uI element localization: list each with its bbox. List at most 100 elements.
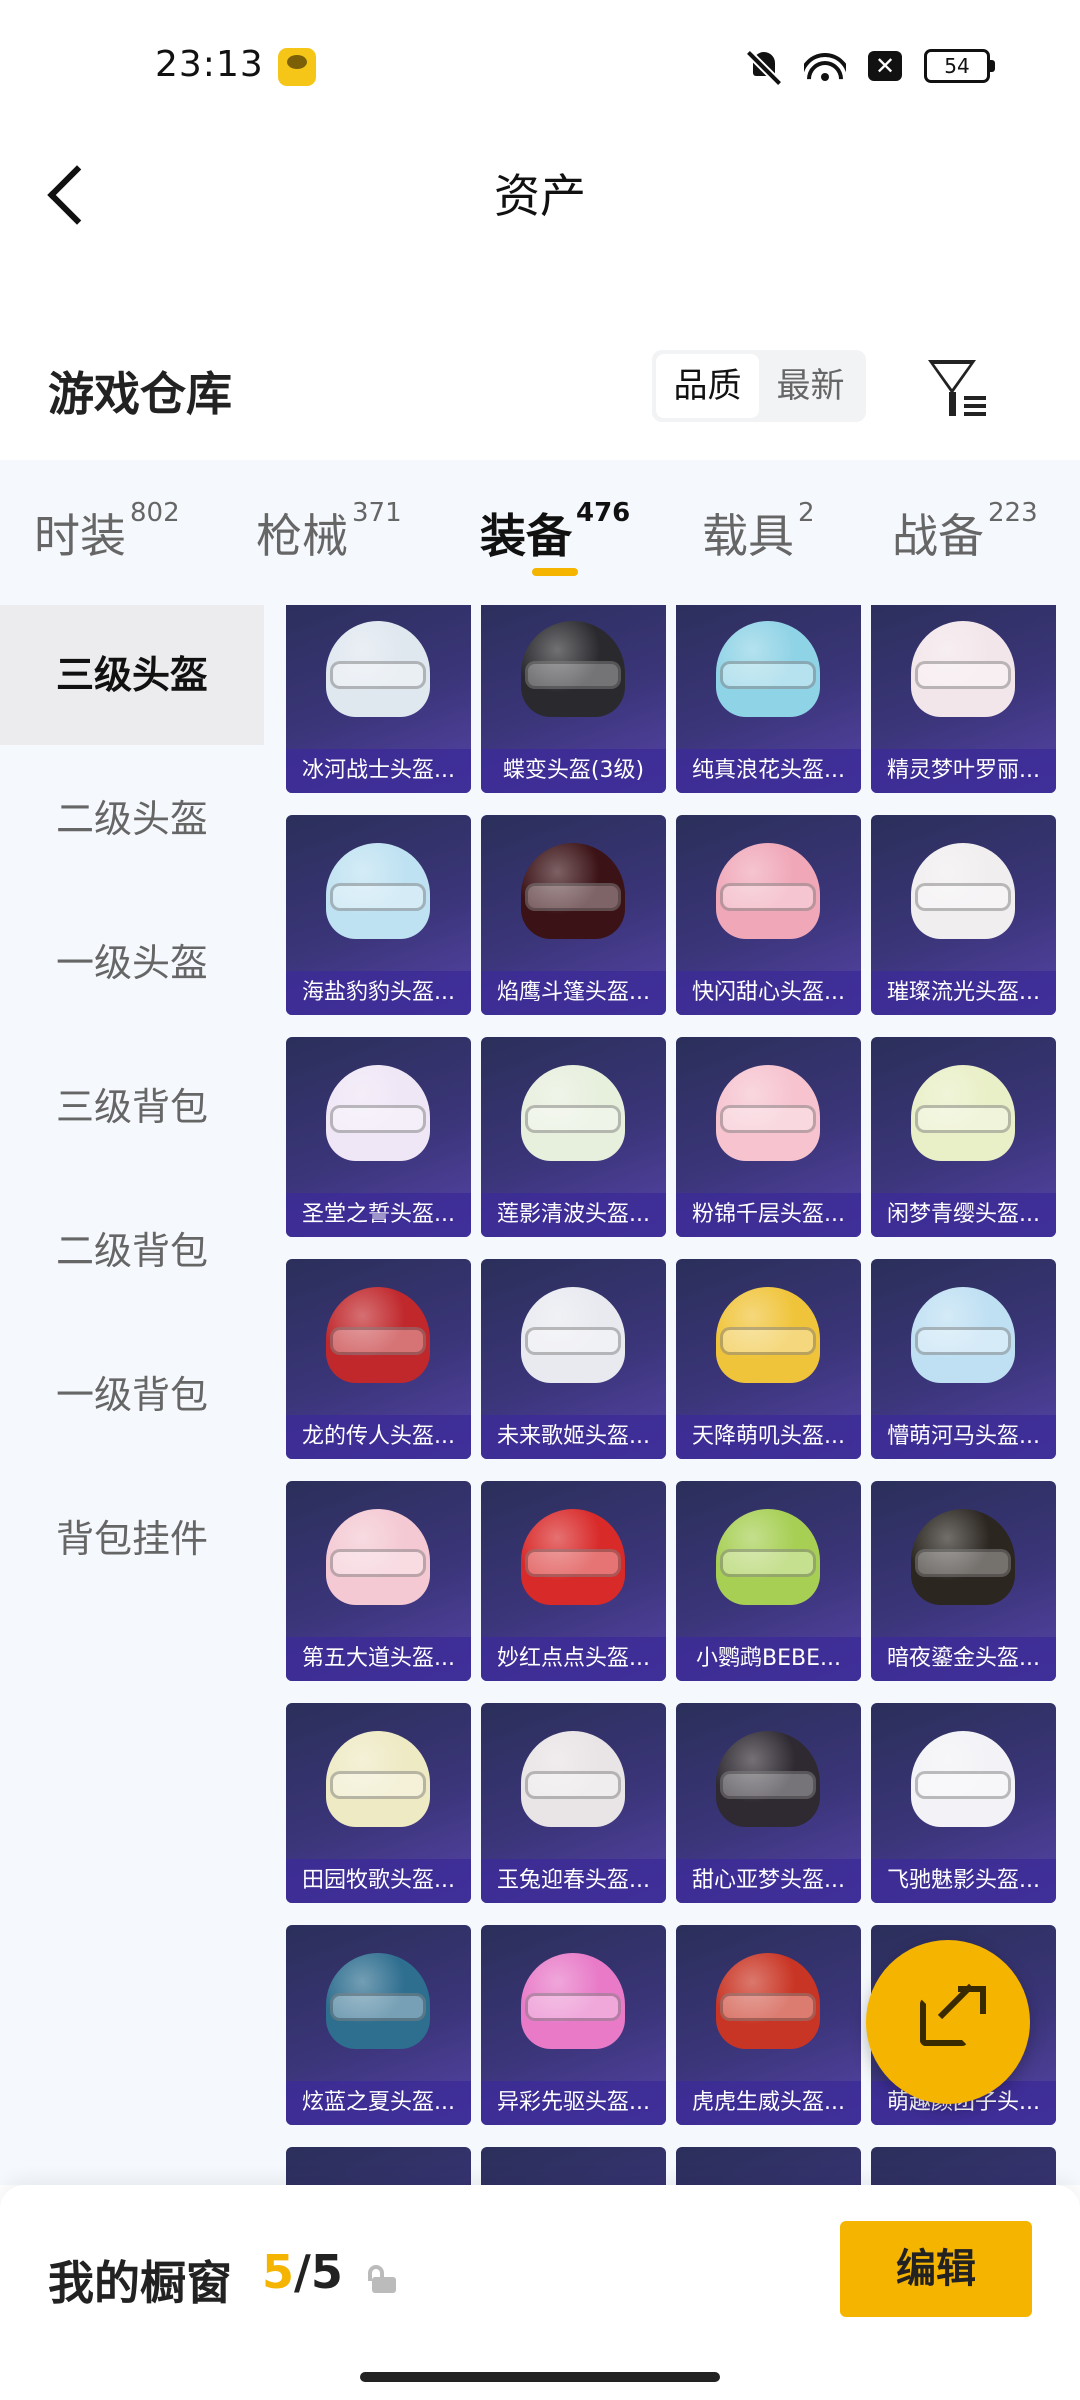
tab-count: 802 — [130, 498, 180, 528]
item-name: 闲梦青缨头盔... — [871, 1193, 1056, 1237]
item-card[interactable]: 甜心亚梦头盔... — [676, 1703, 861, 1903]
sidebar-item-level2-helmet[interactable]: 二级头盔 — [0, 749, 264, 889]
visor-shape — [330, 1549, 426, 1577]
item-card[interactable]: 冰河战士头盔... — [286, 605, 471, 793]
visor-shape — [330, 883, 426, 911]
visor-shape — [915, 1105, 1011, 1133]
showcase-label: 我的橱窗 — [48, 2256, 232, 2310]
item-name: 粉锦千层头盔... — [676, 1193, 861, 1237]
item-name: 璀璨流光头盔... — [871, 971, 1056, 1015]
item-name: 小鹦鹉BEBE... — [676, 1637, 861, 1681]
item-card[interactable]: 粉锦千层头盔... — [676, 1037, 861, 1237]
item-card[interactable]: 玉兔迎春头盔... — [481, 1703, 666, 1903]
item-name: 懵萌河马头盔... — [871, 1415, 1056, 1459]
visor-shape — [330, 1105, 426, 1133]
no-sim-icon: ✕ — [868, 51, 902, 81]
visor-shape — [915, 883, 1011, 911]
item-card[interactable]: 天降萌叽头盔... — [676, 1259, 861, 1459]
visor-shape — [915, 1771, 1011, 1799]
item-card[interactable]: 炫蓝之夏头盔... — [286, 1925, 471, 2125]
edit-button[interactable]: 编辑 — [840, 2221, 1032, 2317]
item-name: 焰鹰斗篷头盔... — [481, 971, 666, 1015]
item-card[interactable]: 闲梦青缨头盔... — [871, 1037, 1056, 1237]
home-indicator — [360, 2372, 720, 2382]
item-name: 天降萌叽头盔... — [676, 1415, 861, 1459]
sidebar-item-level3-helmet[interactable]: 三级头盔 — [0, 605, 264, 745]
tab-label: 枪械 — [256, 509, 348, 563]
visor-shape — [525, 883, 621, 911]
category-tabs: 时装 802 枪械 371 装备 476 载具 2 战备 223 — [0, 460, 1080, 605]
sidebar-item-level3-backpack[interactable]: 三级背包 — [0, 1037, 264, 1177]
item-card[interactable]: 田园牧歌头盔... — [286, 1703, 471, 1903]
sidebar-item-level2-backpack[interactable]: 二级背包 — [0, 1181, 264, 1321]
sidebar-item-backpack-charm[interactable]: 背包挂件 — [0, 1469, 264, 1609]
sidebar: 三级头盔 二级头盔 一级头盔 三级背包 二级背包 一级背包 背包挂件 — [0, 605, 264, 2185]
item-card[interactable]: 蝶变头盔(3级) — [481, 605, 666, 793]
active-tab-indicator — [532, 568, 578, 576]
sort-toggle: 品质 最新 — [652, 350, 866, 422]
item-card[interactable] — [481, 2147, 666, 2185]
item-card[interactable]: 小鹦鹉BEBE... — [676, 1481, 861, 1681]
item-name: 第五大道头盔... — [286, 1637, 471, 1681]
item-name: 未来歌姬头盔... — [481, 1415, 666, 1459]
item-card[interactable]: 精灵梦叶罗丽... — [871, 605, 1056, 793]
tab-supplies[interactable]: 战备 223 — [892, 498, 1038, 566]
item-card[interactable]: 圣堂之誓头盔... — [286, 1037, 471, 1237]
item-card[interactable]: 飞驰魅影头盔... — [871, 1703, 1056, 1903]
item-card[interactable]: 莲影清波头盔... — [481, 1037, 666, 1237]
visor-shape — [720, 1993, 816, 2021]
section-title: 游戏仓库 — [48, 367, 232, 421]
showcase-current: 5 — [262, 2245, 295, 2299]
tab-fashion[interactable]: 时装 802 — [34, 498, 180, 566]
item-card[interactable] — [286, 2147, 471, 2185]
item-name: 妙红点点头盔... — [481, 1637, 666, 1681]
status-icons: ✕ 54 — [746, 48, 995, 84]
visor-shape — [720, 1771, 816, 1799]
item-card[interactable]: 璀璨流光头盔... — [871, 815, 1056, 1015]
visor-shape — [915, 1327, 1011, 1355]
item-card[interactable]: 懵萌河马头盔... — [871, 1259, 1056, 1459]
item-card[interactable]: 海盐豹豹头盔... — [286, 815, 471, 1015]
item-card[interactable]: 异彩先驱头盔... — [481, 1925, 666, 2125]
item-name: 虎虎生威头盔... — [676, 2081, 861, 2125]
item-name: 快闪甜心头盔... — [676, 971, 861, 1015]
tab-count: 371 — [352, 498, 402, 528]
tab-equipment[interactable]: 装备 476 — [480, 498, 631, 566]
item-name: 圣堂之誓头盔... — [286, 1193, 471, 1237]
share-button[interactable] — [866, 1940, 1030, 2104]
sidebar-item-level1-backpack[interactable]: 一级背包 — [0, 1325, 264, 1465]
status-time: 23:13 — [155, 44, 264, 85]
sort-by-quality[interactable]: 品质 — [656, 354, 759, 418]
item-name: 飞驰魅影头盔... — [871, 1859, 1056, 1903]
visor-shape — [720, 1327, 816, 1355]
visor-shape — [330, 1993, 426, 2021]
item-card[interactable]: 未来歌姬头盔... — [481, 1259, 666, 1459]
item-card[interactable]: 纯真浪花头盔... — [676, 605, 861, 793]
sidebar-item-level1-helmet[interactable]: 一级头盔 — [0, 893, 264, 1033]
item-card[interactable]: 焰鹰斗篷头盔... — [481, 815, 666, 1015]
item-card[interactable]: 暗夜鎏金头盔... — [871, 1481, 1056, 1681]
item-card[interactable] — [871, 2147, 1056, 2185]
item-card[interactable]: 妙红点点头盔... — [481, 1481, 666, 1681]
sort-by-newest[interactable]: 最新 — [759, 354, 862, 418]
item-card[interactable]: 快闪甜心头盔... — [676, 815, 861, 1015]
item-card[interactable]: 第五大道头盔... — [286, 1481, 471, 1681]
showcase-bar: 我的橱窗 5/5 编辑 — [0, 2185, 1080, 2400]
item-card[interactable] — [676, 2147, 861, 2185]
mute-icon — [746, 48, 782, 84]
visor-shape — [720, 1105, 816, 1133]
tab-firearms[interactable]: 枪械 371 — [256, 498, 402, 566]
filter-icon[interactable] — [922, 352, 992, 422]
tab-vehicles[interactable]: 载具 2 — [702, 498, 815, 566]
visor-shape — [525, 1105, 621, 1133]
item-name: 精灵梦叶罗丽... — [871, 749, 1056, 793]
lock-icon — [368, 2265, 396, 2293]
item-name: 冰河战士头盔... — [286, 749, 471, 793]
showcase-count: 5/5 — [262, 2245, 343, 2299]
wifi-icon — [804, 49, 846, 83]
visor-shape — [915, 661, 1011, 689]
showcase-separator: / — [294, 2245, 311, 2299]
tab-count: 476 — [576, 498, 631, 528]
item-card[interactable]: 龙的传人头盔... — [286, 1259, 471, 1459]
item-card[interactable]: 虎虎生威头盔... — [676, 1925, 861, 2125]
